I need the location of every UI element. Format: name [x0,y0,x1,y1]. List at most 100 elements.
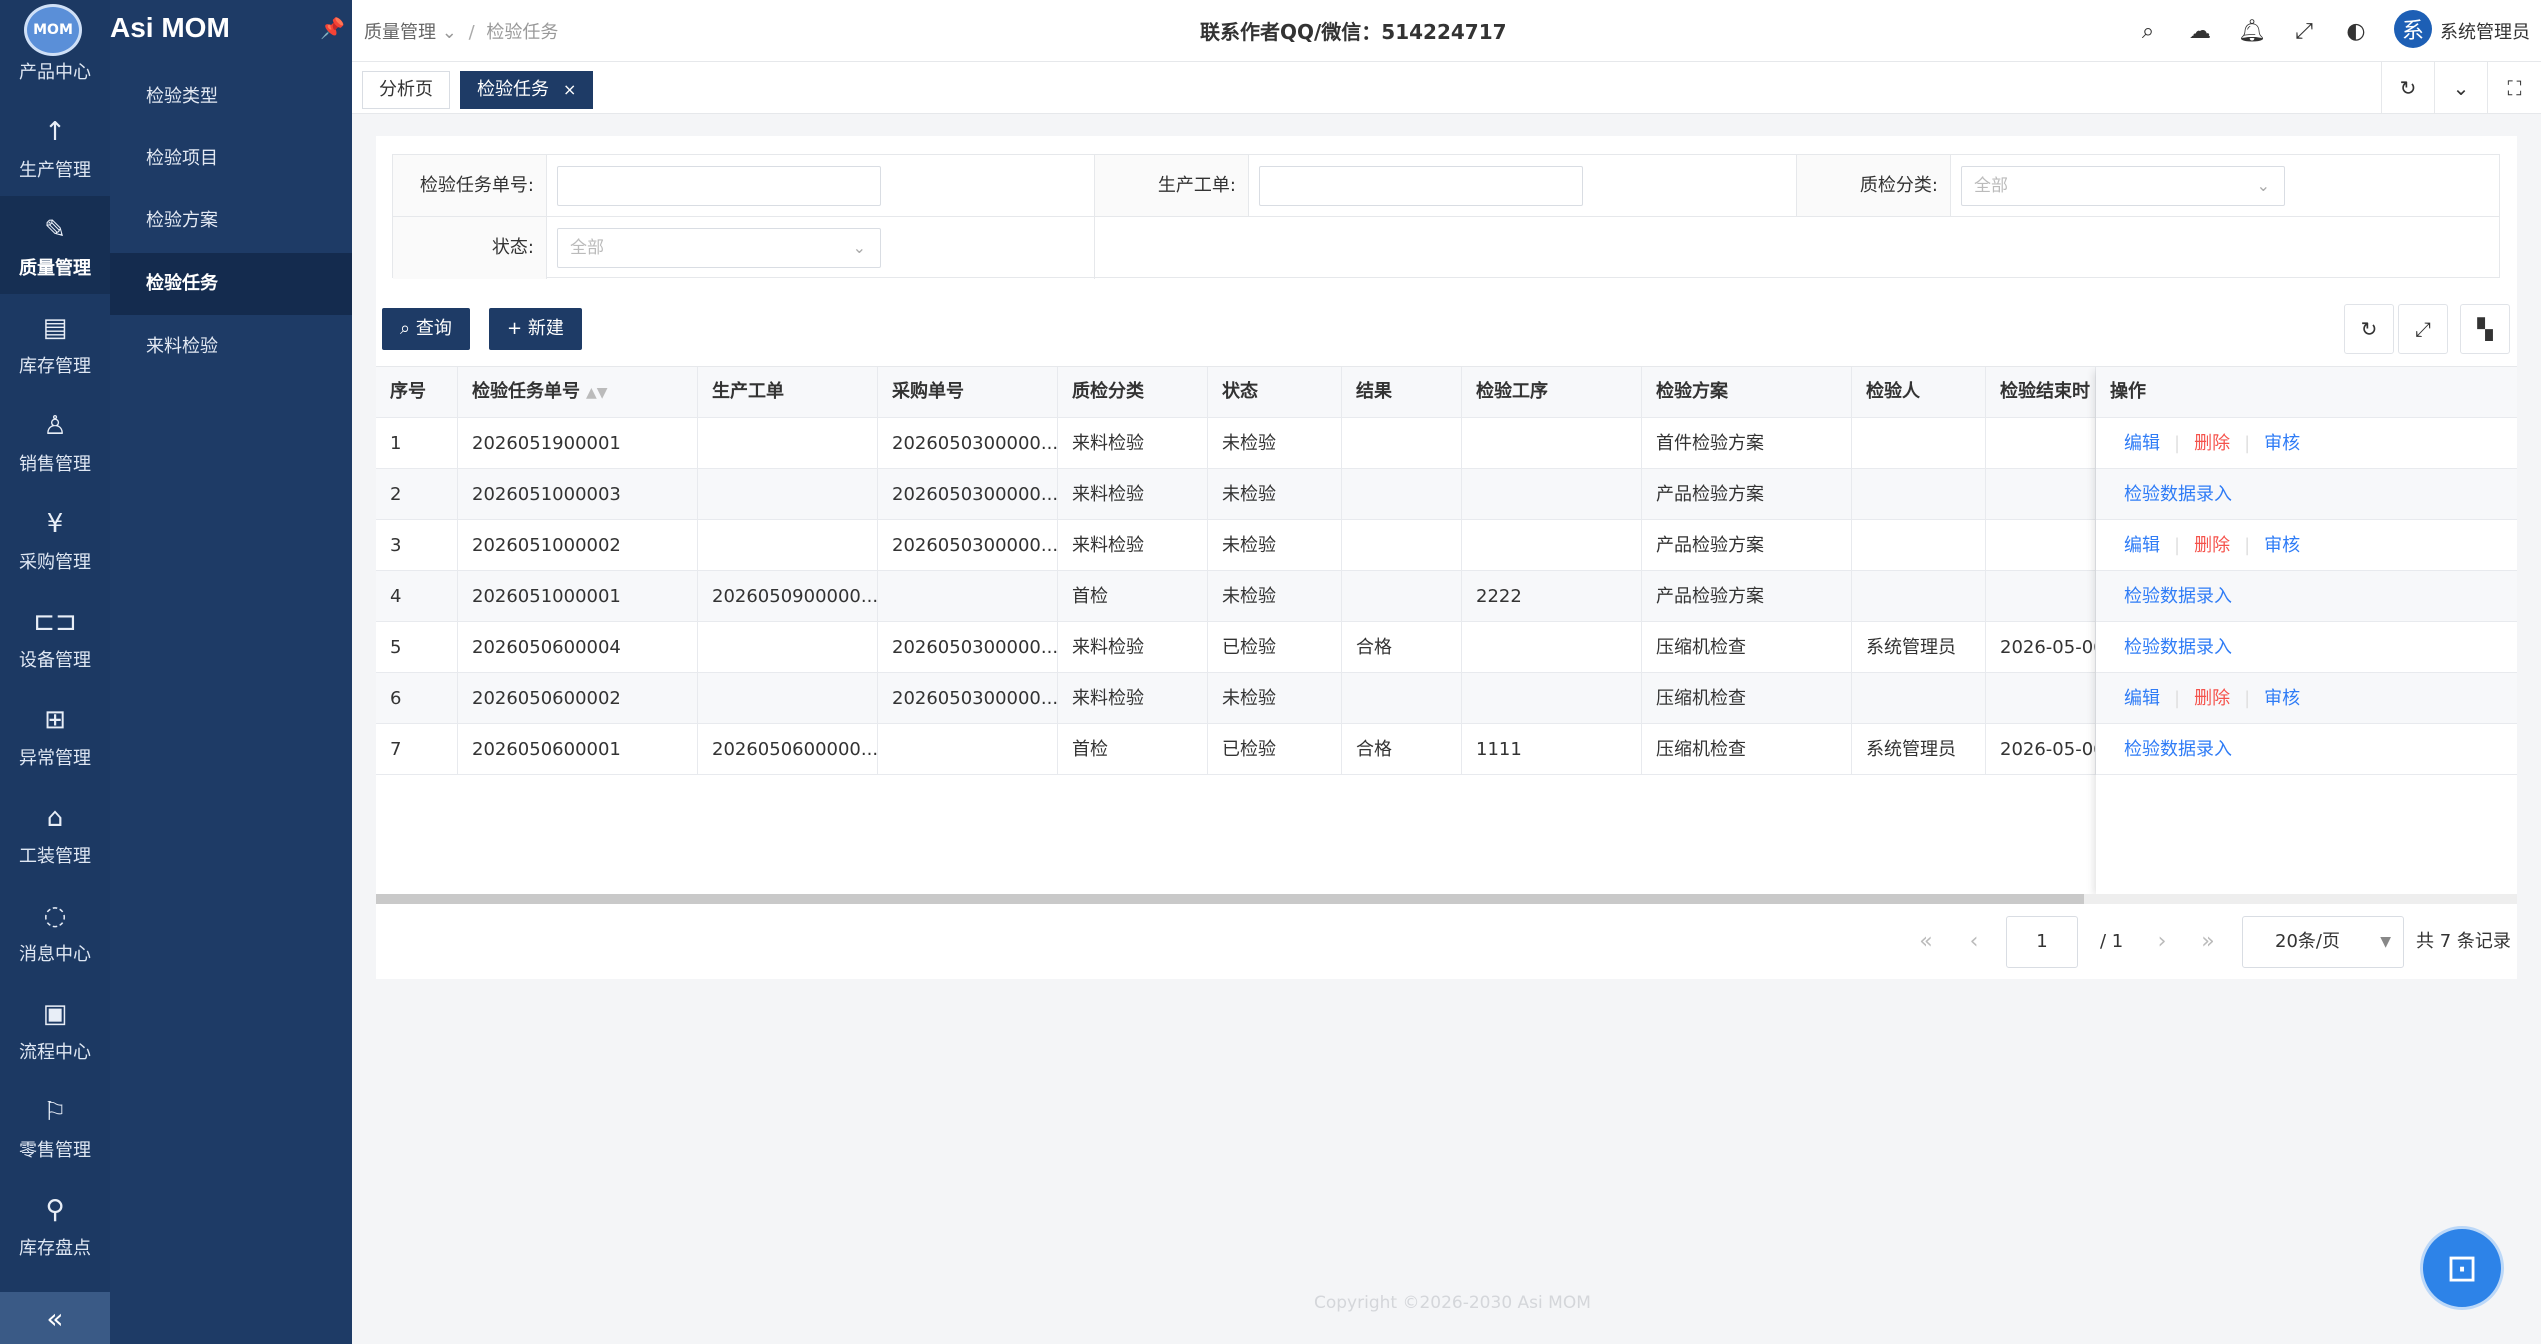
col-header: 检验人 [1852,367,1986,418]
submenu-item-inspection-item[interactable]: 检验项目 [110,128,352,190]
rail-item-exception[interactable]: ⊞ 异常管理 [0,686,110,784]
breadcrumb-current: 检验任务 [486,22,559,43]
last-page-icon[interactable]: » [2188,916,2228,968]
page-size-select[interactable]: 20条/页 ▼ [2242,916,2404,968]
delete-link[interactable]: 删除 [2194,535,2230,556]
search-icon[interactable]: ⌕ [2122,14,2174,48]
col-header: 采购单号 [878,367,1058,418]
collapse-nav-button[interactable]: « [0,1292,110,1344]
delete-link[interactable]: 删除 [2194,433,2230,454]
table-cell: 首检 [1058,724,1208,775]
table-cell: 2026051900001 [458,418,698,469]
exception-icon: ⊞ [44,705,66,735]
status-select[interactable]: 全部 ⌄ [557,228,881,268]
table-row: 6 2026050600002 2026050300000... 来料检验 未检验 压缩机… [376,673,2517,724]
work-order-input[interactable] [1259,166,1583,206]
table-cell: 4 [376,571,458,622]
submenu-item-inspection-plan[interactable]: 检验方案 [110,190,352,252]
sort-icon[interactable]: ▲▼ [586,385,608,401]
rail-item-label: 采购管理 [19,552,91,573]
inventory-icon: ▤ [42,313,68,343]
table-cell [1852,418,1986,469]
create-button[interactable]: + 新建 [489,308,582,350]
next-page-icon[interactable]: › [2142,916,2182,968]
table-cell: 来料检验 [1058,469,1208,520]
username[interactable]: 系统管理员 [2440,18,2530,44]
edit-link[interactable]: 编辑 [2124,688,2160,709]
assistant-robot-button[interactable]: ⊡ [2420,1226,2504,1310]
main-nav-rail: MOM 产品中心 ↑ 生产管理 ✎ 质量管理 ▤ 库存管理 ♙ 销售管理 ¥ 采… [0,0,110,1344]
tab-analysis[interactable]: 分析页 [362,71,450,109]
refresh-icon[interactable]: ↻ [2344,304,2394,354]
table-cell: 6 [376,673,458,724]
chevron-down-icon[interactable]: ⌄ [2434,62,2487,114]
enter-inspection-data-link[interactable]: 检验数据录入 [2124,484,2232,505]
rail-item-process[interactable]: ▣ 流程中心 [0,980,110,1078]
rail-item-product-center[interactable]: 产品中心 [0,0,110,98]
pin-icon[interactable]: 📌 [320,16,345,40]
action-divider: | [2174,688,2181,709]
query-label: 查询 [415,318,452,339]
edit-link[interactable]: 编辑 [2124,535,2160,556]
rail-item-message[interactable]: ◌ 消息中心 [0,882,110,980]
quality-icon: ✎ [44,215,66,245]
enter-inspection-data-link[interactable]: 检验数据录入 [2124,637,2232,658]
rail-item-label: 设备管理 [19,650,91,671]
fullscreen-icon[interactable]: ⤢ [2278,14,2330,48]
cloud-upload-icon[interactable]: ☁ [2174,14,2226,48]
rail-item-quality[interactable]: ✎ 质量管理 [0,196,110,294]
submenu-item-inspection-type[interactable]: 检验类型 [110,66,352,128]
maximize-icon[interactable]: ⛶ [2487,62,2541,114]
table-cell: 2026051000003 [458,469,698,520]
submenu-item-incoming-inspection[interactable]: 来料检验 [110,316,352,378]
horizontal-scrollbar[interactable] [376,894,2517,904]
qc-type-select[interactable]: 全部 ⌄ [1961,166,2285,206]
enter-inspection-data-link[interactable]: 检验数据录入 [2124,586,2232,607]
column-settings-icon[interactable]: ▚ [2460,304,2510,354]
avatar[interactable]: 系 [2394,10,2432,48]
contact-info: 联系作者QQ/微信：514224717 [1200,20,1507,44]
table-cell: 系统管理员 [1852,622,1986,673]
theme-palette-icon[interactable]: ◐ [2330,14,2382,48]
rail-item-retail[interactable]: ⚐ 零售管理 [0,1078,110,1176]
rail-item-tooling[interactable]: ⌂ 工装管理 [0,784,110,882]
col-header-label: 检验任务单号 [472,381,580,402]
top-header: 质量管理 ⌄ / 检验任务 联系作者QQ/微信：514224717 ⌕ ☁ 🔔︎… [352,0,2541,62]
fullscreen-icon[interactable]: ⤢ [2398,304,2448,354]
rail-item-inventory[interactable]: ▤ 库存管理 [0,294,110,392]
retail-icon: ⚐ [43,1097,67,1127]
edit-link[interactable]: 编辑 [2124,433,2160,454]
submenu-item-inspection-task[interactable]: 检验任务 [110,253,352,315]
total-pages: / 1 [2100,931,2124,952]
close-icon[interactable]: × [563,80,576,99]
scrollbar-thumb[interactable] [376,894,2084,904]
table-cell [1852,673,1986,724]
rail-item-stocktake[interactable]: ⚲ 库存盘点 [0,1176,110,1274]
breadcrumb-parent[interactable]: 质量管理 [364,22,436,43]
task-no-input[interactable] [557,166,881,206]
bell-icon[interactable]: 🔔︎ [2226,14,2278,48]
tab-inspection-task[interactable]: 检验任务 × [460,71,594,109]
rail-item-production[interactable]: ↑ 生产管理 [0,98,110,196]
query-button[interactable]: ⌕ 查询 [382,308,470,350]
col-header-sortable[interactable]: 检验任务单号 ▲▼ [458,367,698,418]
table-cell: 2026050600000... [698,724,878,775]
review-link[interactable]: 审核 [2264,688,2300,709]
rail-item-device[interactable]: ⊏⊐ 设备管理 [0,588,110,686]
table-cell [1342,673,1462,724]
rail-item-sales[interactable]: ♙ 销售管理 [0,392,110,490]
review-link[interactable]: 审核 [2264,433,2300,454]
page-number-input[interactable]: 1 [2006,916,2078,968]
first-page-icon[interactable]: « [1906,916,1946,968]
double-chevron-left-icon: « [46,1301,64,1335]
enter-inspection-data-link[interactable]: 检验数据录入 [2124,739,2232,760]
col-header: 序号 [376,367,458,418]
table-cell [1342,571,1462,622]
table-cell: 2 [376,469,458,520]
rail-item-purchase[interactable]: ¥ 采购管理 [0,490,110,588]
prev-page-icon[interactable]: ‹ [1954,916,1994,968]
refresh-tab-icon[interactable]: ↻ [2381,62,2434,114]
review-link[interactable]: 审核 [2264,535,2300,556]
delete-link[interactable]: 删除 [2194,688,2230,709]
content-panel: 检验任务单号: 生产工单: 质检分类: 全部 ⌄ 状态: 全部 ⌄ ⌕ 查询 + 新… [376,136,2517,979]
